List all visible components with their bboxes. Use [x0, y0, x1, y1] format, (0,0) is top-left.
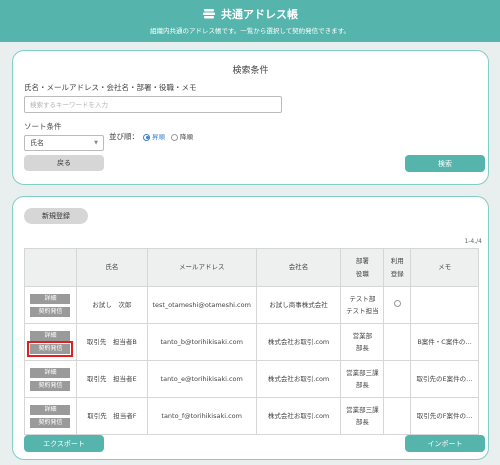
use-radio[interactable]	[393, 299, 401, 307]
cell-memo	[410, 286, 479, 324]
cell-email: test_otameshi@otameshi.com	[146, 286, 257, 324]
back-button[interactable]: 戻る	[24, 155, 104, 171]
cell-use	[383, 360, 412, 398]
table-row: 詳細契約発信 取引先 担当者E tanto_e@torihikisaki.com…	[24, 360, 479, 398]
cell-name: 取引先 担当者B	[75, 323, 148, 361]
column-header-memo: メモ	[410, 248, 479, 287]
detail-button[interactable]: 詳細	[30, 331, 71, 341]
record-count: 1-4,/4	[464, 238, 482, 245]
send-contract-button[interactable]: 契約発信	[30, 418, 71, 428]
send-contract-button[interactable]: 契約発信	[30, 307, 71, 317]
cell-company: 株式会社お取引.com	[255, 323, 342, 361]
table-row: 詳細契約発信 お試し 次郎 test_otameshi@otameshi.com…	[24, 286, 479, 324]
search-panel-title: 検索条件	[232, 66, 269, 76]
address-table: 氏名 メールアドレス 会社名 部署 役職 利用 登録 メモ 詳細 契約発信 お試し 次…	[24, 248, 479, 435]
new-register-button[interactable]: 新規登録	[24, 208, 88, 224]
keyword-input[interactable]	[24, 96, 282, 113]
cell-company: 株式会社お取引.com	[255, 360, 342, 398]
column-header-dept: 部署 役職	[340, 248, 385, 287]
cell-email: tanto_f@torihikisaki.com	[146, 397, 257, 435]
table-header-row: 氏名 メールアドレス 会社名 部署 役職 利用 登録 メモ	[24, 248, 479, 287]
column-header-company: 会社名	[255, 248, 342, 287]
radio-unselected-icon	[171, 133, 178, 141]
column-header-actions	[24, 248, 77, 287]
table-row: 詳細 契約発信 取引先 担当者B tanto_b@torihikisaki.com…	[24, 323, 479, 361]
detail-button[interactable]: 詳細	[30, 405, 71, 415]
cell-memo: B案件・C案件の…	[410, 323, 479, 361]
column-header-name: 氏名	[75, 248, 148, 287]
cell-use	[383, 397, 412, 435]
table-row: 詳細契約発信 取引先 担当者F tanto_f@torihikisaki.com…	[24, 397, 479, 435]
sort-label: ソート条件	[24, 122, 62, 131]
radio-selected-icon	[143, 133, 150, 141]
send-contract-button[interactable]: 契約発信	[27, 341, 74, 357]
cell-name: 取引先 担当者F	[75, 397, 148, 435]
cell-use	[383, 286, 412, 324]
cell-email: tanto_e@torihikisaki.com	[146, 360, 257, 398]
cell-name: 取引先 担当者E	[75, 360, 148, 398]
cell-dept: 営業部 部長	[340, 323, 385, 361]
column-header-email: メールアドレス	[146, 248, 257, 287]
order-option-asc[interactable]: 昇順	[143, 131, 165, 141]
import-button[interactable]: インポート	[405, 435, 485, 452]
cell-dept: テスト部 テスト担当	[340, 286, 385, 324]
search-panel: 検索条件 氏名・メールアドレス・会社名・部署・役職・メモ ソート条件 氏名 ▼ …	[12, 50, 489, 185]
list-panel: 新規登録 1-4,/4 氏名 メールアドレス 会社名 部署 役職 利用 登録 メモ …	[12, 196, 489, 460]
cell-use	[383, 323, 412, 361]
export-button[interactable]: エクスポート	[24, 435, 104, 452]
column-header-use: 利用 登録	[383, 248, 412, 287]
cell-company: お試し商事株式会社	[255, 286, 342, 324]
detail-button[interactable]: 詳細	[30, 368, 71, 378]
sort-select-value: 氏名	[30, 139, 44, 147]
cell-memo: 取引先のE案件の…	[410, 360, 479, 398]
app-header: 共通アドレス帳 組織内共通のアドレス帳です。一覧から選択して契約発信できます。	[0, 0, 500, 42]
cell-name: お試し 次郎	[75, 286, 148, 324]
order-radio-group: 昇順 降順	[143, 131, 193, 141]
address-book-icon	[203, 9, 215, 19]
detail-button[interactable]: 詳細	[30, 294, 71, 304]
cell-dept: 営業部三課 部長	[340, 397, 385, 435]
send-contract-button[interactable]: 契約発信	[30, 381, 71, 391]
order-option-desc[interactable]: 降順	[171, 131, 193, 141]
cell-memo: 取引先のF案件の…	[410, 397, 479, 435]
page-subtitle: 組織内共通のアドレス帳です。一覧から選択して契約発信できます。	[149, 27, 350, 35]
keyword-label: 氏名・メールアドレス・会社名・部署・役職・メモ	[24, 83, 197, 92]
search-button[interactable]: 検索	[405, 155, 485, 172]
cell-email: tanto_b@torihikisaki.com	[146, 323, 257, 361]
chevron-down-icon: ▼	[94, 140, 98, 146]
cell-company: 株式会社お取引.com	[255, 397, 342, 435]
sort-select[interactable]: 氏名 ▼	[24, 135, 104, 151]
cell-dept: 営業部三課 部長	[340, 360, 385, 398]
page-title: 共通アドレス帳	[221, 8, 298, 21]
order-label: 並び順：	[109, 132, 139, 141]
